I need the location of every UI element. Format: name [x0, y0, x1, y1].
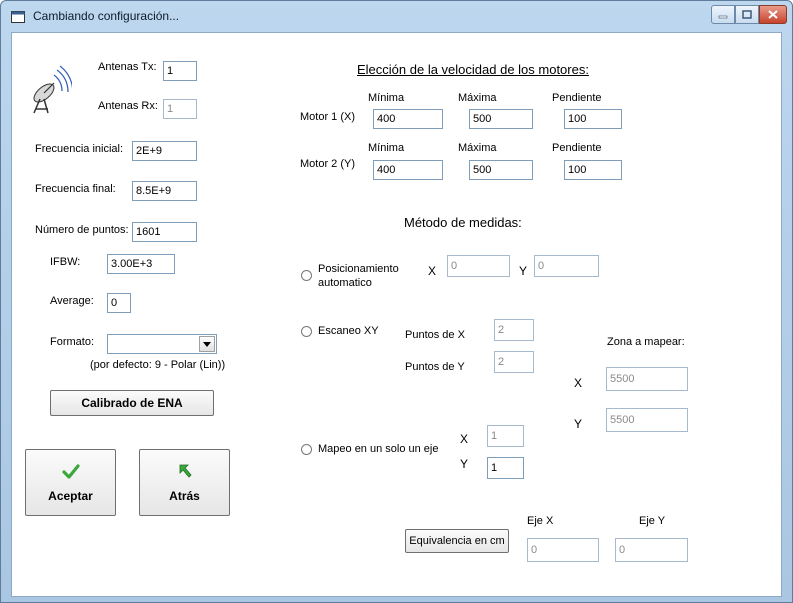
- velocidad-heading: Elección de la velocidad de los motores:: [357, 62, 589, 77]
- frecuencia-inicial-label: Frecuencia inicial:: [35, 143, 124, 155]
- maxima-header-2: Máxima: [458, 142, 497, 154]
- mapeo-x-field[interactable]: [487, 425, 524, 447]
- chevron-down-icon: [203, 341, 211, 347]
- frecuencia-final-label: Frecuencia final:: [35, 183, 116, 195]
- puntos-x-field[interactable]: [494, 319, 534, 341]
- aceptar-label: Aceptar: [48, 488, 93, 503]
- maximize-button[interactable]: [735, 5, 759, 24]
- checkmark-icon: [61, 463, 80, 479]
- atras-label: Atrás: [169, 488, 200, 503]
- app-window-icon: [11, 11, 25, 23]
- window-title: Cambiando configuración...: [33, 9, 180, 23]
- posicionamiento-radio[interactable]: [301, 270, 312, 281]
- zona-x-label: X: [574, 376, 583, 390]
- formato-select[interactable]: [107, 334, 217, 354]
- posicionamiento-y-field[interactable]: [534, 255, 599, 277]
- antenas-rx-field[interactable]: [163, 99, 197, 119]
- maxima-header-1: Máxima: [458, 92, 497, 104]
- mapeo-eje-label: Mapeo en un solo un eje: [318, 443, 439, 455]
- close-button[interactable]: [759, 5, 787, 24]
- antenas-tx-label: Antenas Tx:: [98, 61, 157, 73]
- puntos-y-field[interactable]: [494, 351, 534, 373]
- motor2-minima-field[interactable]: [373, 160, 443, 180]
- maximize-icon: [742, 10, 752, 19]
- puntos-x-label: Puntos de X: [405, 329, 465, 341]
- close-icon: [768, 10, 778, 19]
- formato-hint: (por defecto: 9 - Polar (Lin)): [90, 359, 226, 371]
- equivalencia-button[interactable]: Equivalencia en cm: [405, 529, 509, 553]
- title-bar[interactable]: Cambiando configuración...: [1, 1, 792, 31]
- mapeo-y-field[interactable]: [487, 457, 524, 479]
- metodo-heading: Método de medidas:: [404, 215, 522, 230]
- formato-label: Formato:: [50, 336, 95, 348]
- motor2-label: Motor 2 (Y): [300, 158, 356, 170]
- antenas-rx-label: Antenas Rx:: [98, 100, 158, 112]
- puntos-y-label: Puntos de Y: [405, 361, 465, 373]
- zona-mapear-label: Zona a mapear:: [607, 336, 685, 348]
- motor2-pendiente-field[interactable]: [564, 160, 622, 180]
- escaneo-xy-label: Escaneo XY: [318, 325, 379, 337]
- minima-header-1: Mínima: [368, 92, 405, 104]
- motor1-maxima-field[interactable]: [469, 109, 533, 129]
- zona-y-label: Y: [574, 417, 583, 431]
- average-field[interactable]: [107, 293, 131, 313]
- frecuencia-inicial-field[interactable]: [132, 141, 197, 161]
- equivalencia-label: Equivalencia en cm: [409, 535, 505, 547]
- minimize-icon: [718, 15, 728, 18]
- ifbw-field[interactable]: [107, 254, 175, 274]
- zona-x-field[interactable]: [606, 367, 688, 391]
- antenna-icon: [33, 65, 72, 114]
- antenas-tx-field[interactable]: [163, 61, 197, 81]
- average-label: Average:: [50, 295, 94, 307]
- atras-button[interactable]: Atrás: [139, 449, 230, 516]
- mapeo-eje-radio[interactable]: [301, 444, 312, 455]
- mapeo-y-label: Y: [460, 457, 469, 471]
- zona-y-field[interactable]: [606, 408, 688, 432]
- eje-y-label: Eje Y: [639, 515, 666, 527]
- client-area: Antenas Tx: Antenas Rx: Frecuencia inici…: [11, 32, 782, 597]
- escaneo-xy-radio[interactable]: [301, 326, 312, 337]
- calibrado-ena-button[interactable]: Calibrado de ENA: [50, 390, 214, 416]
- motor1-pendiente-field[interactable]: [564, 109, 622, 129]
- posicionamiento-label-2: automatico: [318, 277, 372, 289]
- back-arrow-icon: [179, 464, 192, 478]
- eje-x-field[interactable]: [527, 538, 599, 562]
- frecuencia-final-field[interactable]: [132, 181, 197, 201]
- calibrado-ena-label: Calibrado de ENA: [81, 396, 183, 410]
- ifbw-label: IFBW:: [50, 256, 81, 268]
- eje-x-label: Eje X: [527, 515, 554, 527]
- eje-y-field[interactable]: [615, 538, 688, 562]
- motor1-label: Motor 1 (X): [300, 111, 356, 123]
- posicionamiento-y-label: Y: [519, 264, 528, 278]
- motor1-minima-field[interactable]: [373, 109, 443, 129]
- minima-header-2: Mínima: [368, 142, 405, 154]
- numero-puntos-field[interactable]: [132, 222, 197, 242]
- numero-puntos-label: Número de puntos:: [35, 224, 129, 236]
- posicionamiento-label-1: Posicionamiento: [318, 263, 399, 275]
- formato-dropdown-button[interactable]: [199, 336, 215, 352]
- pendiente-header-1: Pendiente: [552, 92, 602, 104]
- posicionamiento-x-field[interactable]: [447, 255, 510, 277]
- window-frame: Cambiando configuración... Antenas Tx: A…: [0, 0, 793, 603]
- posicionamiento-x-label: X: [428, 264, 437, 278]
- motor2-maxima-field[interactable]: [469, 160, 533, 180]
- mapeo-x-label: X: [460, 432, 469, 446]
- minimize-button[interactable]: [711, 5, 735, 24]
- aceptar-button[interactable]: Aceptar: [25, 449, 116, 516]
- pendiente-header-2: Pendiente: [552, 142, 602, 154]
